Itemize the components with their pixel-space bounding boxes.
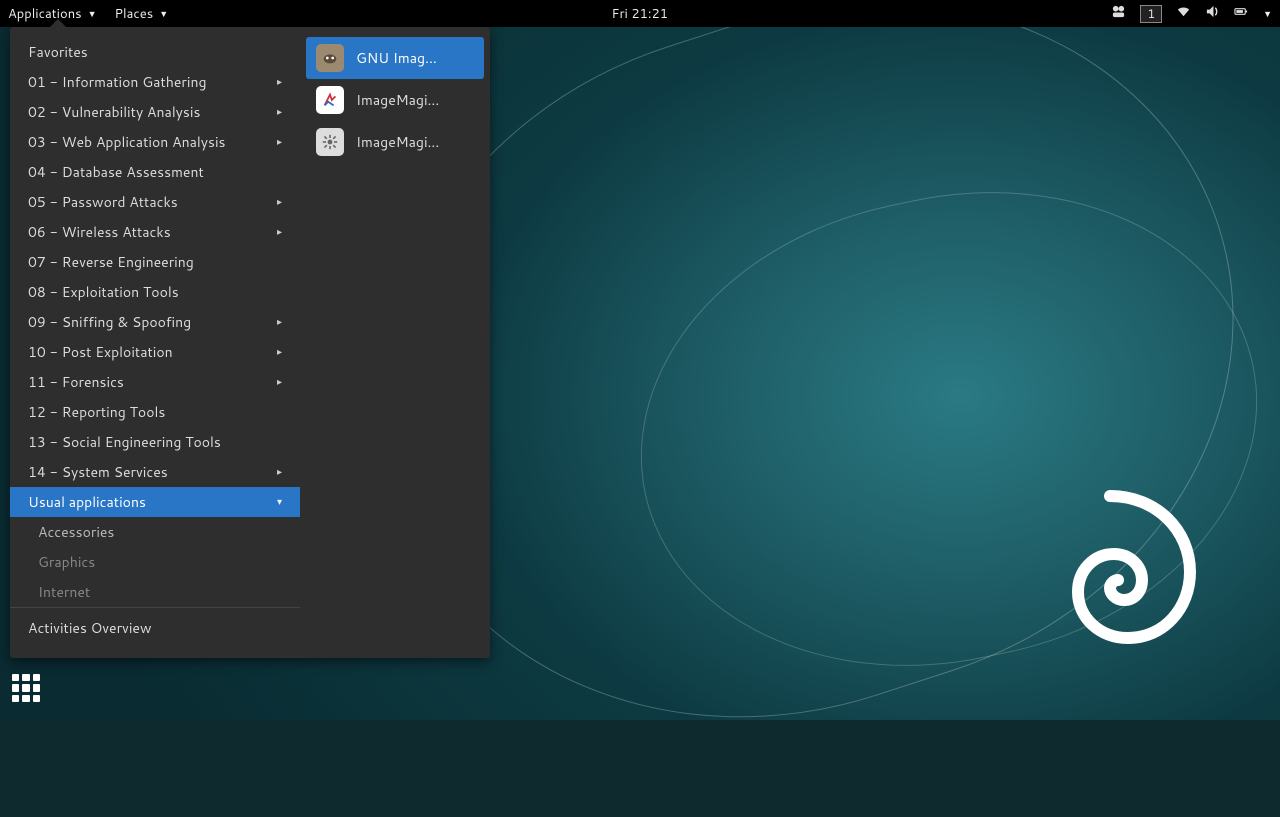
accessibility-icon[interactable] xyxy=(1111,4,1126,24)
app-launcher-label: ImageMagi... xyxy=(356,90,439,110)
top-bar: Applications ▼ Places ▼ Fri 21:21 1 ▼ xyxy=(0,0,1280,27)
chevron-down-icon: ▼ xyxy=(159,7,168,20)
show-apps-button[interactable] xyxy=(12,674,40,702)
menu-category-item[interactable]: Usual applications ▾ xyxy=(10,487,300,517)
workspace-indicator[interactable]: 1 xyxy=(1140,5,1162,23)
app-launcher-item[interactable]: ImageMagi... xyxy=(306,121,484,163)
menu-category-item[interactable]: 07 - Reverse Engineering xyxy=(10,247,300,277)
activities-overview-item[interactable]: Activities Overview xyxy=(10,607,300,648)
chevron-right-icon: ▸ xyxy=(277,223,282,241)
imagemagick-display-icon xyxy=(316,86,344,114)
menu-category-label: 02 - Vulnerability Analysis xyxy=(28,103,200,121)
chevron-right-icon: ▸ xyxy=(277,103,282,121)
menu-category-item[interactable]: 14 - System Services ▸ xyxy=(10,457,300,487)
applications-label: Applications xyxy=(8,5,82,23)
debian-swirl-logo xyxy=(1010,480,1210,680)
menu-category-label: 04 - Database Assessment xyxy=(28,163,204,181)
menu-arrow xyxy=(50,19,66,27)
system-menu-chevron-icon[interactable]: ▼ xyxy=(1263,7,1272,20)
imagemagick-settings-icon xyxy=(316,128,344,156)
menu-categories-list[interactable]: Favorites01 - Information Gathering▸02 -… xyxy=(10,37,300,607)
menu-category-label: 06 - Wireless Attacks xyxy=(28,223,171,241)
menu-category-item[interactable]: 01 - Information Gathering ▸ xyxy=(10,67,300,97)
menu-category-item[interactable]: 05 - Password Attacks ▸ xyxy=(10,187,300,217)
chevron-right-icon: ▸ xyxy=(277,343,282,361)
menu-category-item[interactable]: 04 - Database Assessment xyxy=(10,157,300,187)
menu-category-label: 13 - Social Engineering Tools xyxy=(28,433,221,451)
menu-category-label: 05 - Password Attacks xyxy=(28,193,178,211)
menu-category-label: Internet xyxy=(38,583,90,601)
menu-category-item[interactable]: Graphics xyxy=(10,547,300,577)
menu-category-label: 07 - Reverse Engineering xyxy=(28,253,194,271)
menu-category-label: 10 - Post Exploitation xyxy=(28,343,173,361)
places-menu-button[interactable]: Places ▼ xyxy=(115,5,169,23)
menu-category-label: 11 - Forensics xyxy=(28,373,124,391)
menu-category-label: Accessories xyxy=(38,523,114,541)
menu-category-item[interactable]: 06 - Wireless Attacks ▸ xyxy=(10,217,300,247)
chevron-right-icon: ▸ xyxy=(277,73,282,91)
battery-icon[interactable] xyxy=(1234,4,1249,24)
clock[interactable]: Fri 21:21 xyxy=(168,5,1111,23)
menu-category-item[interactable]: Internet xyxy=(10,577,300,607)
chevron-right-icon: ▸ xyxy=(277,463,282,481)
app-launcher-label: ImageMagi... xyxy=(356,132,439,152)
menu-category-item[interactable]: 13 - Social Engineering Tools xyxy=(10,427,300,457)
menu-category-item[interactable]: 09 - Sniffing & Spoofing ▸ xyxy=(10,307,300,337)
chevron-right-icon: ▸ xyxy=(277,313,282,331)
chevron-down-icon: ▾ xyxy=(277,493,282,511)
chevron-right-icon: ▸ xyxy=(277,133,282,151)
menu-apps-column: GNU Imag... ImageMagi... ImageMagi... xyxy=(300,27,490,658)
app-launcher-item[interactable]: GNU Imag... xyxy=(306,37,484,79)
places-label: Places xyxy=(115,5,154,23)
app-launcher-item[interactable]: ImageMagi... xyxy=(306,79,484,121)
menu-category-item[interactable]: Accessories xyxy=(10,517,300,547)
menu-category-label: 14 - System Services xyxy=(28,463,168,481)
menu-category-item[interactable]: Favorites xyxy=(10,37,300,67)
menu-category-label: 12 - Reporting Tools xyxy=(28,403,165,421)
menu-category-item[interactable]: 02 - Vulnerability Analysis ▸ xyxy=(10,97,300,127)
menu-categories-column: Favorites01 - Information Gathering▸02 -… xyxy=(10,27,300,658)
menu-category-item[interactable]: 10 - Post Exploitation ▸ xyxy=(10,337,300,367)
menu-category-label: 09 - Sniffing & Spoofing xyxy=(28,313,191,331)
menu-category-label: Favorites xyxy=(28,43,88,61)
applications-menu-panel: Favorites01 - Information Gathering▸02 -… xyxy=(10,27,490,658)
chevron-right-icon: ▸ xyxy=(277,373,282,391)
menu-category-label: Usual applications xyxy=(28,493,146,511)
menu-category-item[interactable]: 08 - Exploitation Tools xyxy=(10,277,300,307)
app-launcher-label: GNU Imag... xyxy=(356,48,437,68)
menu-category-label: 03 - Web Application Analysis xyxy=(28,133,225,151)
menu-category-label: 01 - Information Gathering xyxy=(28,73,207,91)
gimp-icon xyxy=(316,44,344,72)
menu-category-label: Graphics xyxy=(38,553,95,571)
menu-category-item[interactable]: 03 - Web Application Analysis ▸ xyxy=(10,127,300,157)
menu-category-label: 08 - Exploitation Tools xyxy=(28,283,179,301)
menu-category-item[interactable]: 12 - Reporting Tools xyxy=(10,397,300,427)
network-wifi-icon[interactable] xyxy=(1176,4,1191,24)
volume-icon[interactable] xyxy=(1205,4,1220,24)
menu-category-item[interactable]: 11 - Forensics ▸ xyxy=(10,367,300,397)
chevron-down-icon: ▼ xyxy=(88,7,97,20)
chevron-right-icon: ▸ xyxy=(277,193,282,211)
